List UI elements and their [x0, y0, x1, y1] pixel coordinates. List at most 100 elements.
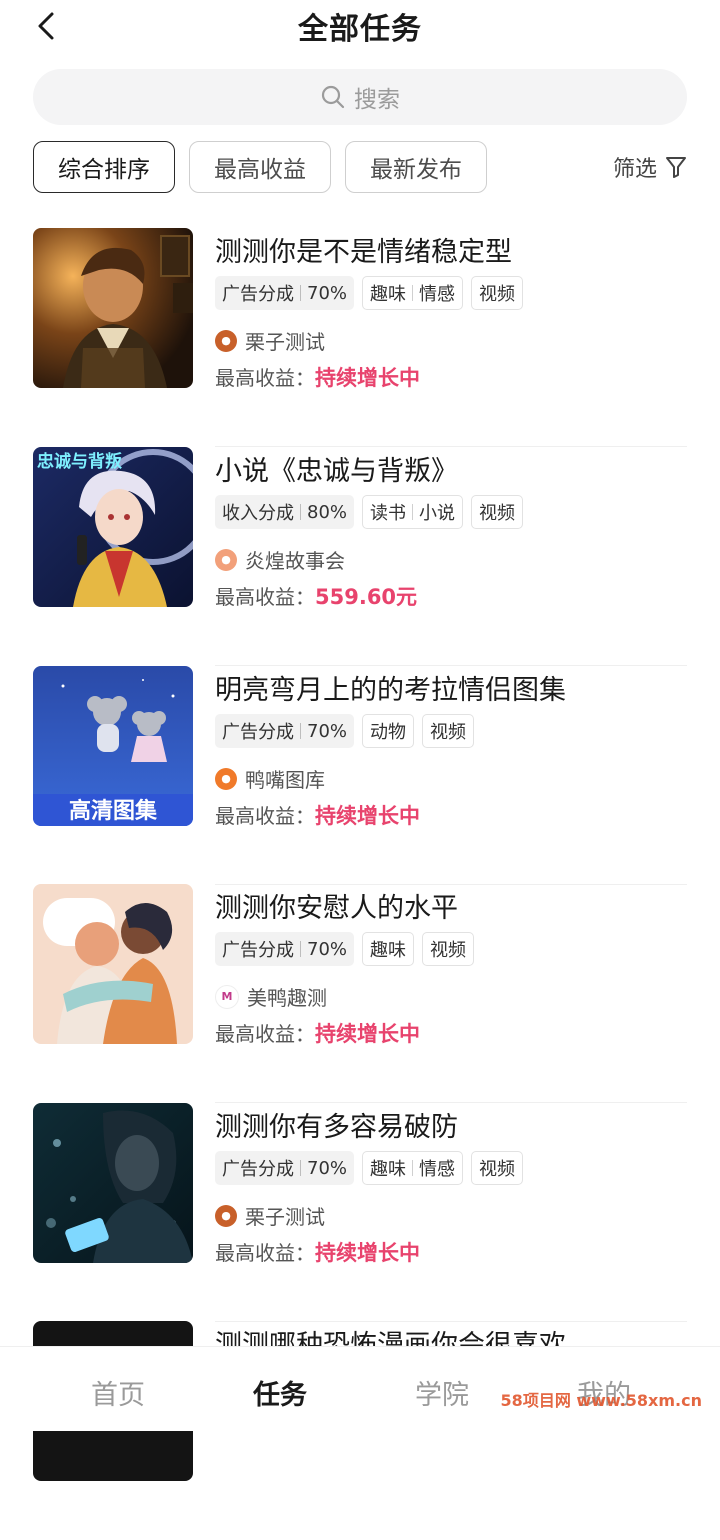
task-thumbnail[interactable]: 高清图集	[33, 666, 193, 826]
media-type: 视频	[479, 284, 516, 305]
task-tags: 广告分成 70% 趣味 情感 视频	[215, 1151, 524, 1185]
category-tags: 趣味 情感	[362, 276, 464, 310]
earnings-label: 最高收益：	[215, 585, 315, 609]
share-tag: 广告分成 70%	[215, 1151, 355, 1185]
search-icon	[321, 85, 345, 109]
category-tags: 动物	[362, 714, 415, 748]
publisher-name: 美鸭趣测	[247, 986, 327, 1010]
task-item[interactable]: 测测你是不是情绪稳定型 广告分成 70% 趣味 情感 视频 ● 栗子测试 最高收益：…	[33, 228, 687, 447]
bottom-nav: 首页 任务 学院 我的 58项目网 www.58xm.cn	[0, 1346, 720, 1431]
earnings-value: 持续增长中	[315, 1022, 420, 1046]
publisher-avatar-icon: ●	[215, 329, 237, 352]
publisher-avatar-icon: ●	[215, 548, 237, 571]
header-bar: 全部任务	[0, 0, 720, 56]
max-earnings: 最高收益：持续增长中	[215, 800, 420, 830]
share-type: 收入分成	[222, 503, 294, 524]
media-type: 视频	[479, 1159, 516, 1180]
publisher-name: 栗子测试	[245, 1205, 325, 1229]
media-tag: 视频	[471, 495, 524, 529]
task-title: 测测你安慰人的水平	[215, 893, 458, 924]
publisher-name: 炎煌故事会	[245, 549, 345, 573]
publisher-avatar-icon: ●	[215, 1204, 237, 1227]
category-tag: 读书	[370, 503, 407, 524]
task-tags: 广告分成 70% 动物 视频	[215, 714, 475, 748]
nav-home[interactable]: 首页	[58, 1373, 178, 1412]
share-type: 广告分成	[222, 1159, 294, 1180]
nav-academy[interactable]: 学院	[382, 1373, 502, 1412]
sort-comprehensive-button[interactable]: 综合排序	[33, 141, 175, 193]
search-placeholder: 搜索	[354, 87, 400, 113]
task-title: 测测你是不是情绪稳定型	[215, 237, 512, 268]
task-item[interactable]: 高清图集 明亮弯月上的的考拉情侣图集 广告分成 70% 动物 视频 ● 鸭嘴图库 …	[33, 666, 687, 885]
earnings-label: 最高收益：	[215, 804, 315, 828]
thumb-overlay-text: 忠诚与背叛	[37, 451, 122, 472]
share-percent: 70%	[307, 282, 348, 304]
category-tag: 趣味	[370, 940, 407, 961]
publisher: M 美鸭趣测	[215, 982, 327, 1011]
sort-bar: 综合排序 最高收益 最新发布 筛选	[33, 141, 687, 195]
max-earnings: 最高收益：559.60元	[215, 581, 417, 611]
task-thumbnail[interactable]	[33, 1103, 193, 1263]
share-tag: 广告分成 70%	[215, 932, 355, 966]
max-earnings: 最高收益：持续增长中	[215, 362, 420, 392]
share-percent: 80%	[307, 501, 348, 523]
task-item[interactable]: 忠诚与背叛 小说《忠诚与背叛》 收入分成 80% 读书 小说 视频 ● 炎煌故事会 …	[33, 447, 687, 666]
media-tag: 视频	[422, 932, 475, 966]
publisher-name: 栗子测试	[245, 330, 325, 354]
category-tag: 小说	[419, 503, 456, 524]
watermark-text: 58项目网 www.58xm.cn	[500, 1391, 702, 1410]
share-percent: 70%	[307, 1157, 348, 1179]
media-type: 视频	[430, 940, 467, 961]
task-thumbnail[interactable]: 忠诚与背叛	[33, 447, 193, 607]
category-tag: 趣味	[370, 1159, 407, 1180]
category-tag: 情感	[419, 284, 456, 305]
task-item[interactable]: 测测你安慰人的水平 广告分成 70% 趣味 视频 M 美鸭趣测 最高收益：持续增长…	[33, 884, 687, 1103]
page-title: 全部任务	[298, 12, 422, 47]
share-tag: 广告分成 70%	[215, 276, 355, 310]
category-tags: 趣味	[362, 932, 415, 966]
earnings-label: 最高收益：	[215, 1022, 315, 1046]
publisher-avatar-icon: ●	[215, 767, 237, 790]
task-thumbnail[interactable]	[33, 884, 193, 1044]
max-earnings: 最高收益：持续增长中	[215, 1237, 420, 1267]
share-tag: 收入分成 80%	[215, 495, 355, 529]
nav-tasks[interactable]: 任务	[220, 1373, 340, 1412]
media-tag: 视频	[422, 714, 475, 748]
publisher: ● 栗子测试	[215, 1201, 325, 1230]
task-title: 小说《忠诚与背叛》	[215, 456, 458, 487]
share-percent: 70%	[307, 938, 348, 960]
thumb-banner-text: 高清图集	[69, 798, 158, 824]
category-tag: 情感	[419, 1159, 456, 1180]
sort-newest-button[interactable]: 最新发布	[345, 141, 487, 193]
task-title: 测测你有多容易破防	[215, 1112, 458, 1143]
share-type: 广告分成	[222, 940, 294, 961]
media-tag: 视频	[471, 276, 524, 310]
task-thumbnail[interactable]	[33, 228, 193, 388]
task-title: 明亮弯月上的的考拉情侣图集	[215, 675, 566, 706]
task-tags: 收入分成 80% 读书 小说 视频	[215, 495, 524, 529]
earnings-value: 持续增长中	[315, 366, 420, 390]
publisher-name: 鸭嘴图库	[245, 768, 325, 792]
task-item[interactable]: 测测你有多容易破防 广告分成 70% 趣味 情感 视频 ● 栗子测试 最高收益：持续…	[33, 1103, 687, 1322]
publisher-avatar-icon: M	[215, 984, 239, 1009]
filter-label: 筛选	[612, 157, 657, 182]
earnings-value: 559.60元	[315, 585, 418, 609]
earnings-label: 最高收益：	[215, 1241, 315, 1265]
media-type: 视频	[479, 503, 516, 524]
earnings-value: 持续增长中	[315, 1241, 420, 1265]
share-type: 广告分成	[222, 722, 294, 743]
media-tag: 视频	[471, 1151, 524, 1185]
category-tags: 读书 小说	[362, 495, 464, 529]
earnings-label: 最高收益：	[215, 366, 315, 390]
search-input[interactable]: 搜索	[33, 69, 687, 125]
category-tag: 动物	[370, 722, 407, 743]
filter-funnel-icon	[666, 157, 686, 178]
task-tags: 广告分成 70% 趣味 视频	[215, 932, 475, 966]
sort-highest-earnings-button[interactable]: 最高收益	[189, 141, 331, 193]
filter-button[interactable]: 筛选	[613, 141, 687, 193]
share-type: 广告分成	[222, 284, 294, 305]
task-tags: 广告分成 70% 趣味 情感 视频	[215, 276, 524, 310]
publisher: ● 鸭嘴图库	[215, 764, 325, 793]
category-tag: 趣味	[370, 284, 407, 305]
max-earnings: 最高收益：持续增长中	[215, 1018, 420, 1048]
